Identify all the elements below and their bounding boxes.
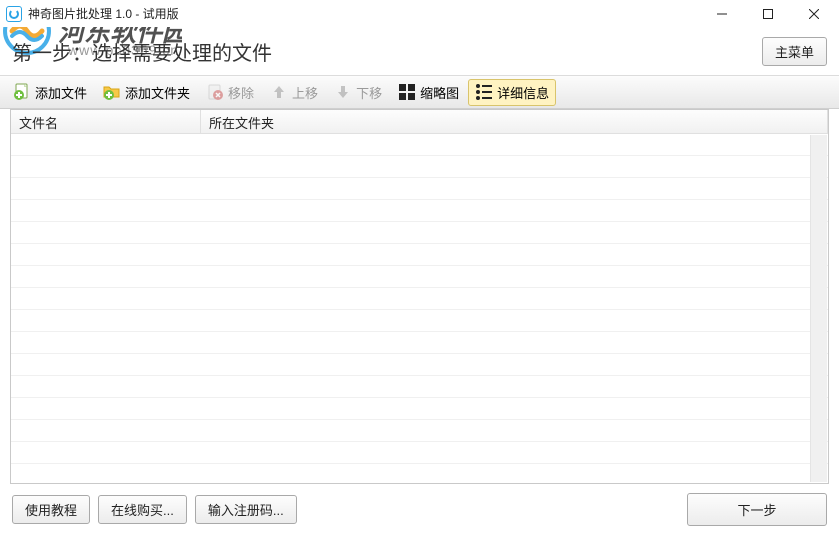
arrow-up-icon bbox=[270, 83, 288, 101]
move-down-button[interactable]: 下移 bbox=[327, 79, 389, 106]
window-title: 神奇图片批处理 1.0 - 试用版 bbox=[28, 5, 179, 22]
table-header: 文件名 所在文件夹 bbox=[11, 110, 828, 134]
vertical-scrollbar[interactable] bbox=[810, 135, 827, 482]
app-icon bbox=[6, 6, 22, 22]
move-up-button[interactable]: 上移 bbox=[263, 79, 325, 106]
minimize-button[interactable] bbox=[699, 0, 745, 27]
table-row bbox=[11, 244, 828, 266]
add-folder-label: 添加文件夹 bbox=[125, 83, 190, 102]
titlebar: 神奇图片批处理 1.0 - 试用版 bbox=[0, 0, 839, 27]
detail-view-button[interactable]: 详细信息 bbox=[468, 79, 556, 106]
detail-label: 详细信息 bbox=[497, 83, 549, 102]
close-button[interactable] bbox=[791, 0, 837, 27]
table-row bbox=[11, 310, 828, 332]
table-row bbox=[11, 398, 828, 420]
table-row bbox=[11, 266, 828, 288]
file-table: 文件名 所在文件夹 bbox=[10, 109, 829, 484]
step-title: 第一步：选择需要处理的文件 bbox=[12, 37, 272, 66]
add-file-icon bbox=[13, 83, 31, 101]
table-row bbox=[11, 288, 828, 310]
toolbar: 添加文件 添加文件夹 移除 上移 下移 缩略图 详细信息 bbox=[0, 75, 839, 109]
column-folder[interactable]: 所在文件夹 bbox=[201, 110, 828, 133]
add-folder-button[interactable]: 添加文件夹 bbox=[96, 79, 197, 106]
table-row bbox=[11, 376, 828, 398]
table-row bbox=[11, 156, 828, 178]
thumbnail-icon bbox=[398, 83, 416, 101]
table-row bbox=[11, 332, 828, 354]
arrow-down-icon bbox=[334, 83, 352, 101]
move-down-label: 下移 bbox=[356, 83, 382, 102]
table-row bbox=[11, 420, 828, 442]
table-row bbox=[11, 178, 828, 200]
footer: 使用教程 在线购买... 输入注册码... 下一步 bbox=[0, 484, 839, 534]
tutorial-button[interactable]: 使用教程 bbox=[12, 495, 90, 524]
main-menu-button[interactable]: 主菜单 bbox=[762, 37, 827, 66]
enter-code-button[interactable]: 输入注册码... bbox=[195, 495, 297, 524]
maximize-button[interactable] bbox=[745, 0, 791, 27]
step-header: 第一步：选择需要处理的文件 主菜单 bbox=[0, 27, 839, 75]
next-button[interactable]: 下一步 bbox=[687, 493, 827, 526]
table-row bbox=[11, 200, 828, 222]
add-file-label: 添加文件 bbox=[35, 83, 87, 102]
table-row bbox=[11, 442, 828, 464]
remove-label: 移除 bbox=[228, 83, 254, 102]
window-controls bbox=[699, 0, 837, 27]
table-row bbox=[11, 134, 828, 156]
remove-icon bbox=[206, 83, 224, 101]
list-icon bbox=[475, 83, 493, 101]
add-folder-icon bbox=[103, 83, 121, 101]
table-row bbox=[11, 354, 828, 376]
table-row bbox=[11, 222, 828, 244]
column-filename[interactable]: 文件名 bbox=[11, 110, 201, 133]
thumbnail-view-button[interactable]: 缩略图 bbox=[391, 79, 466, 106]
move-up-label: 上移 bbox=[292, 83, 318, 102]
buy-online-button[interactable]: 在线购买... bbox=[98, 495, 187, 524]
table-body[interactable] bbox=[11, 134, 828, 483]
add-file-button[interactable]: 添加文件 bbox=[6, 79, 94, 106]
thumbnail-label: 缩略图 bbox=[420, 83, 459, 102]
remove-button[interactable]: 移除 bbox=[199, 79, 261, 106]
